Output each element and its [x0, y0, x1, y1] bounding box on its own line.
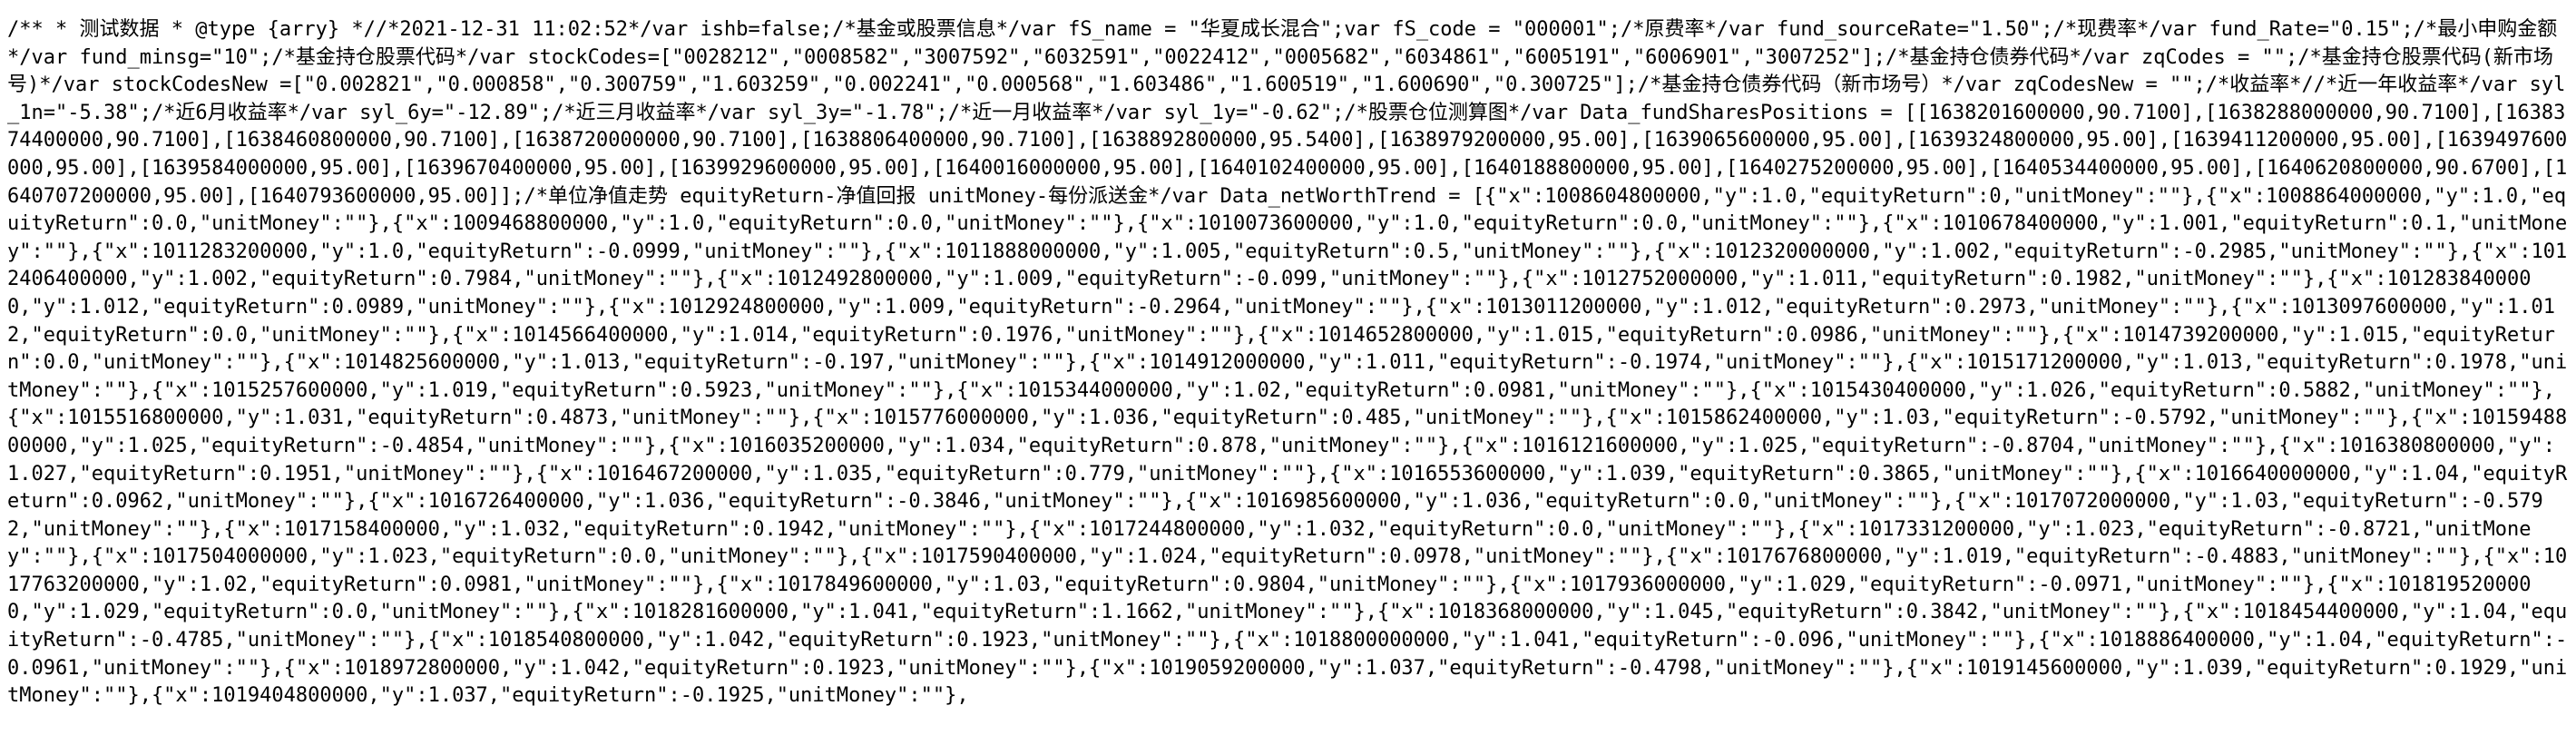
raw-js-text: /** * 测试数据 * @type {arry} *//*2021-12-31… — [7, 18, 2568, 708]
